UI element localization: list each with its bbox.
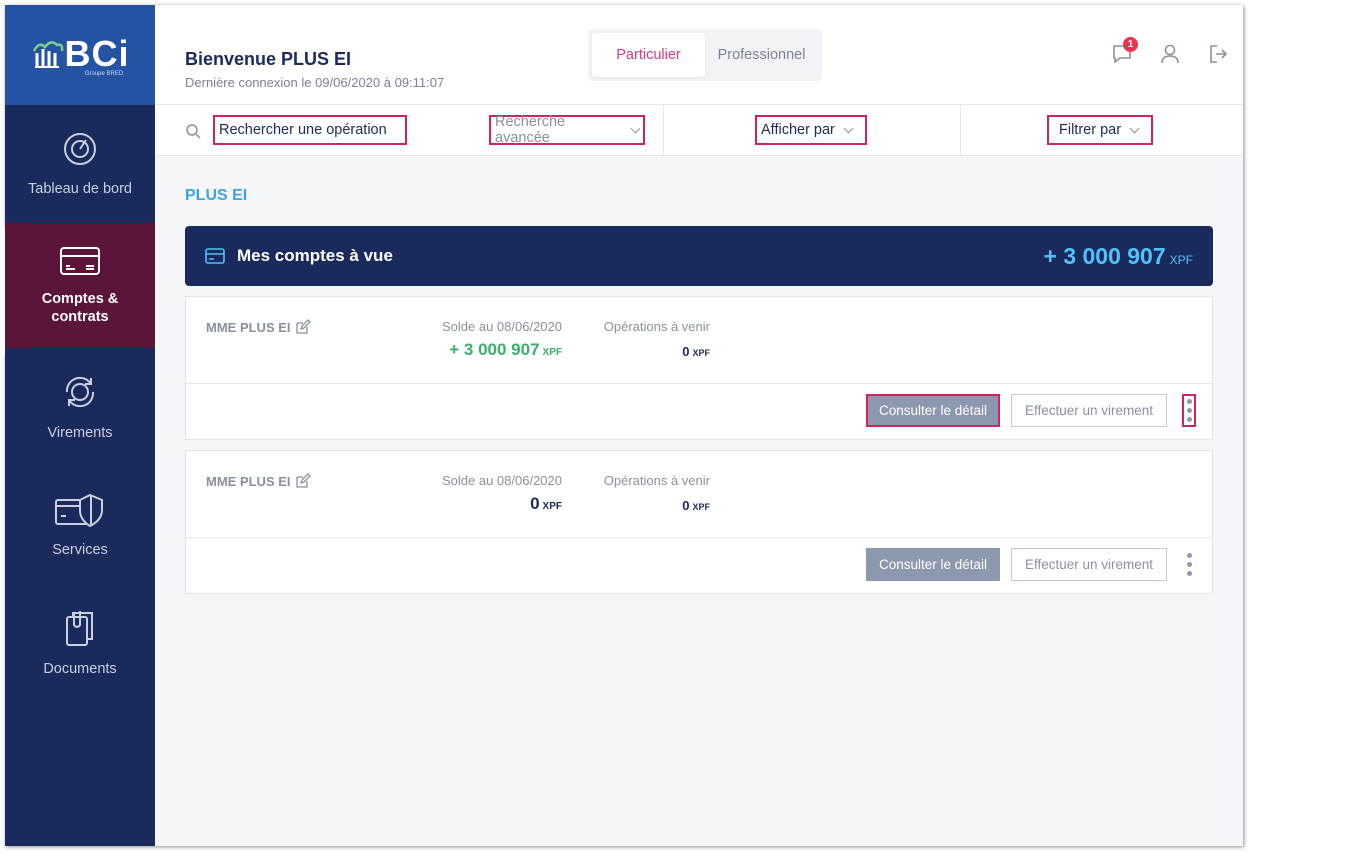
logo-text: BCi: [64, 33, 130, 74]
sidebar-item-label: Documents: [43, 661, 117, 677]
balance-column: Solde au 08/06/2020 + 3 000 907 XPF: [442, 319, 562, 360]
sidebar-item-label: Tableau de bord: [28, 181, 132, 197]
banner-title: Mes comptes à vue: [237, 246, 393, 265]
balance-value: 0 XPF: [442, 494, 562, 514]
sidebar-item-label: Services: [52, 542, 108, 558]
search-icon: [186, 124, 201, 139]
chevron-down-icon: [843, 123, 854, 133]
account-name-row: MME PLUS EI: [206, 319, 311, 335]
search-input[interactable]: Rechercher une opération: [213, 115, 407, 145]
tab-professionnel[interactable]: Professionnel: [705, 33, 818, 77]
dropdown-label: Afficher par: [761, 122, 835, 138]
make-transfer-button[interactable]: Effectuer un virement: [1011, 394, 1167, 427]
account-card-summary: MME PLUS EI Solde au 08/06/2020 + 3 000 …: [186, 297, 1212, 384]
filter-by-dropdown[interactable]: Filtrer par: [1047, 115, 1153, 145]
app-window: BCi Groupe BRED Tableau de bord Comptes …: [0, 5, 1243, 846]
messages-button[interactable]: 1: [1111, 37, 1138, 70]
upcoming-value: 0 XPF: [604, 344, 710, 359]
logout-button[interactable]: [1207, 43, 1229, 70]
last-connection-text: Dernière connexion le 09/06/2020 à 09:11…: [185, 75, 445, 90]
total-amount: + 3 000 907: [1043, 242, 1166, 269]
logout-icon: [1210, 45, 1228, 63]
dropdown-label: Filtrer par: [1059, 122, 1122, 138]
edit-icon[interactable]: [295, 473, 311, 489]
sidebar-item-documents[interactable]: Documents: [5, 584, 155, 702]
shield-card-icon: [55, 493, 103, 528]
notification-badge: 1: [1123, 37, 1138, 52]
tab-particulier[interactable]: Particulier: [592, 33, 705, 77]
account-name: MME PLUS EI: [206, 319, 291, 335]
balance-value: + 3 000 907 XPF: [442, 340, 562, 360]
sidebar: BCi Groupe BRED Tableau de bord Comptes …: [5, 5, 155, 846]
account-card: MME PLUS EI Solde au 08/06/2020 0 XPF Opé…: [185, 450, 1213, 594]
profile-button[interactable]: [1159, 43, 1181, 70]
more-options-icon[interactable]: [1182, 548, 1196, 581]
more-options-icon[interactable]: [1182, 394, 1196, 427]
header: Bienvenue PLUS EI Dernière connexion le …: [155, 5, 1243, 105]
chevron-down-icon: [1129, 123, 1140, 133]
upcoming-label: Opérations à venir: [603, 319, 710, 334]
upcoming-amount: 0: [682, 498, 690, 513]
account-card-actions: Consulter le détail Effectuer un viremen…: [186, 538, 1212, 593]
sidebar-item-dashboard[interactable]: Tableau de bord: [5, 105, 155, 223]
divider: [663, 105, 664, 156]
balance-currency: XPF: [542, 347, 562, 358]
balance-column: Solde au 08/06/2020 0 XPF: [442, 473, 562, 514]
user-icon: [1161, 44, 1179, 64]
sidebar-item-services[interactable]: Services: [5, 466, 155, 584]
divider: [960, 105, 961, 156]
sidebar-item-transfers[interactable]: Virements: [5, 348, 155, 466]
balance-amount: + 3 000 907: [449, 340, 540, 359]
balance-amount: 0: [530, 494, 540, 513]
upcoming-value: 0 XPF: [604, 498, 710, 513]
main-content: Bienvenue PLUS EI Dernière connexion le …: [155, 5, 1243, 846]
advanced-search-dropdown[interactable]: Recherche avancée: [489, 114, 645, 146]
card-icon: [60, 246, 100, 275]
total-currency: XPF: [1169, 252, 1193, 267]
page-title: Bienvenue PLUS EI: [185, 49, 352, 69]
account-card-summary: MME PLUS EI Solde au 08/06/2020 0 XPF Opé…: [186, 451, 1212, 538]
logo[interactable]: BCi Groupe BRED: [5, 5, 155, 105]
clipboard-icon: [66, 611, 93, 646]
account-name-row: MME PLUS EI: [206, 473, 311, 489]
banner-total: + 3 000 907 XPF: [1044, 243, 1194, 270]
upcoming-label: Opérations à venir: [603, 473, 710, 488]
dropdown-label: Recherche avancée: [495, 114, 566, 146]
sidebar-item-label: Virements: [47, 425, 113, 441]
balance-currency: XPF: [542, 501, 562, 512]
accounts-summary-banner[interactable]: Mes comptes à vue + 3 000 907 XPF: [185, 226, 1213, 286]
make-transfer-button[interactable]: Effectuer un virement: [1011, 548, 1167, 581]
account-name: MME PLUS EI: [206, 473, 291, 489]
logo-subtitle: Groupe BRED: [84, 71, 124, 77]
chevron-down-icon: [630, 123, 641, 133]
view-detail-button[interactable]: Consulter le détail: [866, 394, 1000, 427]
card-icon: [205, 248, 225, 264]
balance-label: Solde au 08/06/2020: [442, 473, 562, 488]
tree-logo-icon: [32, 41, 63, 68]
section-title: PLUS EI: [185, 187, 248, 204]
upcoming-column: Opérations à venir 0 XPF: [604, 473, 710, 513]
upcoming-column: Opérations à venir 0 XPF: [604, 319, 710, 359]
logo-mark: BCi: [31, 33, 130, 75]
sidebar-item-accounts[interactable]: Comptes & contrats: [5, 223, 155, 348]
account-card-actions: Consulter le détail Effectuer un viremen…: [186, 384, 1212, 439]
profile-switch: Particulier Professionnel: [588, 29, 822, 81]
display-by-dropdown[interactable]: Afficher par: [755, 115, 867, 145]
balance-label: Solde au 08/06/2020: [442, 319, 562, 334]
upcoming-currency: XPF: [692, 348, 710, 358]
search-toolbar: Rechercher une opération Recherche avanc…: [155, 105, 1243, 156]
account-card: MME PLUS EI Solde au 08/06/2020 + 3 000 …: [185, 296, 1213, 440]
view-detail-button[interactable]: Consulter le détail: [866, 548, 1000, 581]
transfer-icon: [65, 376, 95, 408]
header-actions: 1: [1111, 37, 1229, 70]
upcoming-amount: 0: [682, 344, 690, 359]
upcoming-currency: XPF: [692, 502, 710, 512]
sidebar-item-label: Comptes & contrats: [41, 290, 119, 325]
edit-icon[interactable]: [295, 319, 311, 335]
dashboard-gauge-icon: [64, 133, 96, 165]
